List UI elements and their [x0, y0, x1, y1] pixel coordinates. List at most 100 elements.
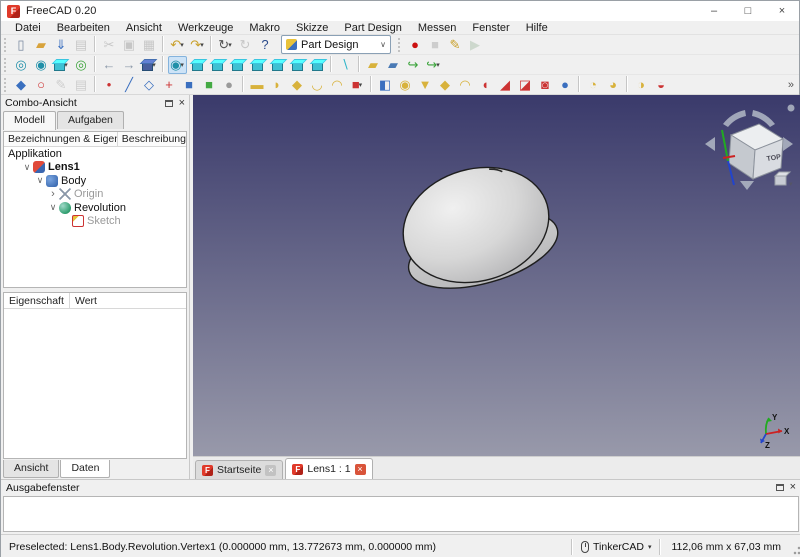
nav-cube-menu-button[interactable]: ▾	[775, 172, 793, 188]
save-file-button[interactable]: ⇓	[52, 36, 71, 54]
boolean-operation-button[interactable]: ●	[556, 76, 575, 94]
output-panel-close-button[interactable]	[790, 482, 796, 493]
menu-skizze[interactable]: Skizze	[288, 22, 336, 34]
combo-view-float-button[interactable]	[165, 100, 173, 107]
macro-record-button[interactable]: ●	[406, 36, 425, 54]
toolbar-grip[interactable]	[398, 38, 402, 52]
expand-arrow-icon[interactable]	[47, 188, 59, 200]
close-button[interactable]: ×	[765, 1, 799, 21]
view-left-button[interactable]	[308, 56, 327, 74]
rotate-right-arrow[interactable]	[752, 110, 775, 127]
view-isometric-button[interactable]: ▾	[140, 56, 159, 74]
rotate-west-arrow[interactable]	[705, 137, 715, 151]
tree-item-origin[interactable]: Origin	[4, 188, 186, 202]
tab-modell[interactable]: Modell	[3, 111, 56, 130]
link-actions-button[interactable]: ↻▾	[216, 36, 235, 54]
tree-item-sketch[interactable]: Sketch	[4, 215, 186, 229]
view-front-button[interactable]	[208, 56, 227, 74]
link-tools-dropdown-arrow[interactable]: ▾	[436, 61, 440, 69]
viewport-3d[interactable]: TOP ▾	[193, 95, 800, 456]
collapse-arrow-icon[interactable]	[47, 202, 59, 213]
menu-fenster[interactable]: Fenster	[464, 22, 517, 34]
nav-back-button[interactable]: ←	[100, 56, 119, 74]
create-part-button[interactable]: ▰	[364, 56, 383, 74]
thickness-button[interactable]: ◙	[536, 76, 555, 94]
local-coordinate-system-button[interactable]: +	[160, 76, 179, 94]
minimize-button[interactable]: –	[697, 1, 731, 21]
tree-item-revolution[interactable]: Revolution	[4, 201, 186, 215]
macro-edit-button[interactable]: ✎	[446, 36, 465, 54]
rotate-left-arrow[interactable]	[723, 110, 746, 127]
tab-close-button[interactable]	[355, 464, 366, 475]
link-actions-dropdown-arrow[interactable]: ▾	[228, 41, 232, 49]
tab-ansicht[interactable]: Ansicht	[3, 460, 59, 478]
draft-button[interactable]: ◪	[516, 76, 535, 94]
document-tab-lens1-1[interactable]: Lens1 : 1	[285, 458, 372, 479]
collapse-arrow-icon[interactable]	[21, 162, 33, 173]
tree-header-description[interactable]: Beschreibung	[118, 132, 186, 146]
toolbar-grip[interactable]	[4, 78, 8, 92]
datum-line-button[interactable]: ╱	[120, 76, 139, 94]
chamfer-button[interactable]: ◢	[496, 76, 515, 94]
menu-werkzeuge[interactable]: Werkzeuge	[170, 22, 241, 34]
subtractive-loft-button[interactable]: ◆	[436, 76, 455, 94]
revolution-button[interactable]: ◗	[268, 76, 287, 94]
tree-item-body[interactable]: Body	[4, 174, 186, 188]
tab-daten[interactable]: Daten	[60, 460, 110, 478]
workbench-selector[interactable]: Part Design ∨	[281, 35, 391, 54]
additive-loft-button[interactable]: ◆	[288, 76, 307, 94]
output-panel-content[interactable]	[3, 496, 799, 532]
menu-hilfe[interactable]: Hilfe	[518, 22, 556, 34]
window-resize-grip[interactable]	[791, 535, 800, 557]
nav-forward-button[interactable]: →	[120, 56, 139, 74]
tab-close-button[interactable]	[265, 465, 276, 476]
additive-primitive-button[interactable]: ■▾	[348, 76, 367, 94]
maximize-button[interactable]: □	[731, 1, 765, 21]
measure-clear-all-button[interactable]: ◒	[652, 76, 671, 94]
rotate-south-arrow[interactable]	[740, 181, 754, 190]
fit-selection-button[interactable]: ◎	[72, 56, 91, 74]
view-top-button[interactable]	[228, 56, 247, 74]
additive-pipe-button[interactable]: ◡	[308, 76, 327, 94]
redo-button[interactable]: ↷▾	[188, 36, 207, 54]
nav-dot[interactable]	[788, 105, 795, 112]
link-tools-button[interactable]: ↪▾	[424, 56, 443, 74]
rotate-east-arrow[interactable]	[783, 137, 793, 151]
undo-button[interactable]: ↶▾	[168, 36, 187, 54]
output-panel-float-button[interactable]	[776, 484, 784, 491]
redo-dropdown-arrow[interactable]: ▾	[200, 41, 204, 49]
menu-part-design[interactable]: Part Design	[336, 22, 409, 34]
create-body-button[interactable]: ◆	[12, 76, 31, 94]
fit-all-button[interactable]: ◎	[12, 56, 31, 74]
tree-item-applikation[interactable]: Applikation	[4, 147, 186, 161]
subtractive-helix-button[interactable]: ◠	[456, 76, 475, 94]
view-right-button[interactable]	[248, 56, 267, 74]
toolbar-grip[interactable]	[4, 58, 8, 72]
create-sketch-button[interactable]: ○	[32, 76, 51, 94]
menu-messen[interactable]: Messen	[410, 22, 465, 34]
pad-button[interactable]: ▬	[248, 76, 267, 94]
new-file-button[interactable]: ▯	[12, 36, 31, 54]
shape-binder-button[interactable]: ■	[180, 76, 199, 94]
view-rear-button[interactable]	[268, 56, 287, 74]
clone-button[interactable]: ●	[220, 76, 239, 94]
toolbar-grip[interactable]	[4, 38, 8, 52]
property-header-name[interactable]: Eigenschaft	[4, 293, 70, 308]
undo-dropdown-arrow[interactable]: ▾	[180, 41, 184, 49]
measure-linear-button[interactable]: ◔	[584, 76, 603, 94]
lens-3d-object[interactable]	[373, 153, 583, 313]
measure-angular-button[interactable]: ◕	[604, 76, 623, 94]
draw-style-button[interactable]: ▾	[52, 56, 71, 74]
document-tab-startseite[interactable]: Startseite	[195, 460, 283, 479]
make-link-button[interactable]: ↪	[404, 56, 423, 74]
groove-button[interactable]: ▼	[416, 76, 435, 94]
tree-header-labels[interactable]: Bezeichnungen & Eigenschaften	[4, 132, 118, 146]
property-header-value[interactable]: Wert	[70, 293, 186, 308]
tree-item-lens1[interactable]: Lens1	[4, 161, 186, 175]
pocket-button[interactable]: ◧	[376, 76, 395, 94]
open-file-button[interactable]: ▰	[32, 36, 51, 54]
view-bottom-button[interactable]	[288, 56, 307, 74]
navigation-cube[interactable]: TOP ▾	[701, 97, 797, 193]
view-axonometric-button[interactable]	[188, 56, 207, 74]
measure-refresh-button[interactable]: ◑	[632, 76, 651, 94]
